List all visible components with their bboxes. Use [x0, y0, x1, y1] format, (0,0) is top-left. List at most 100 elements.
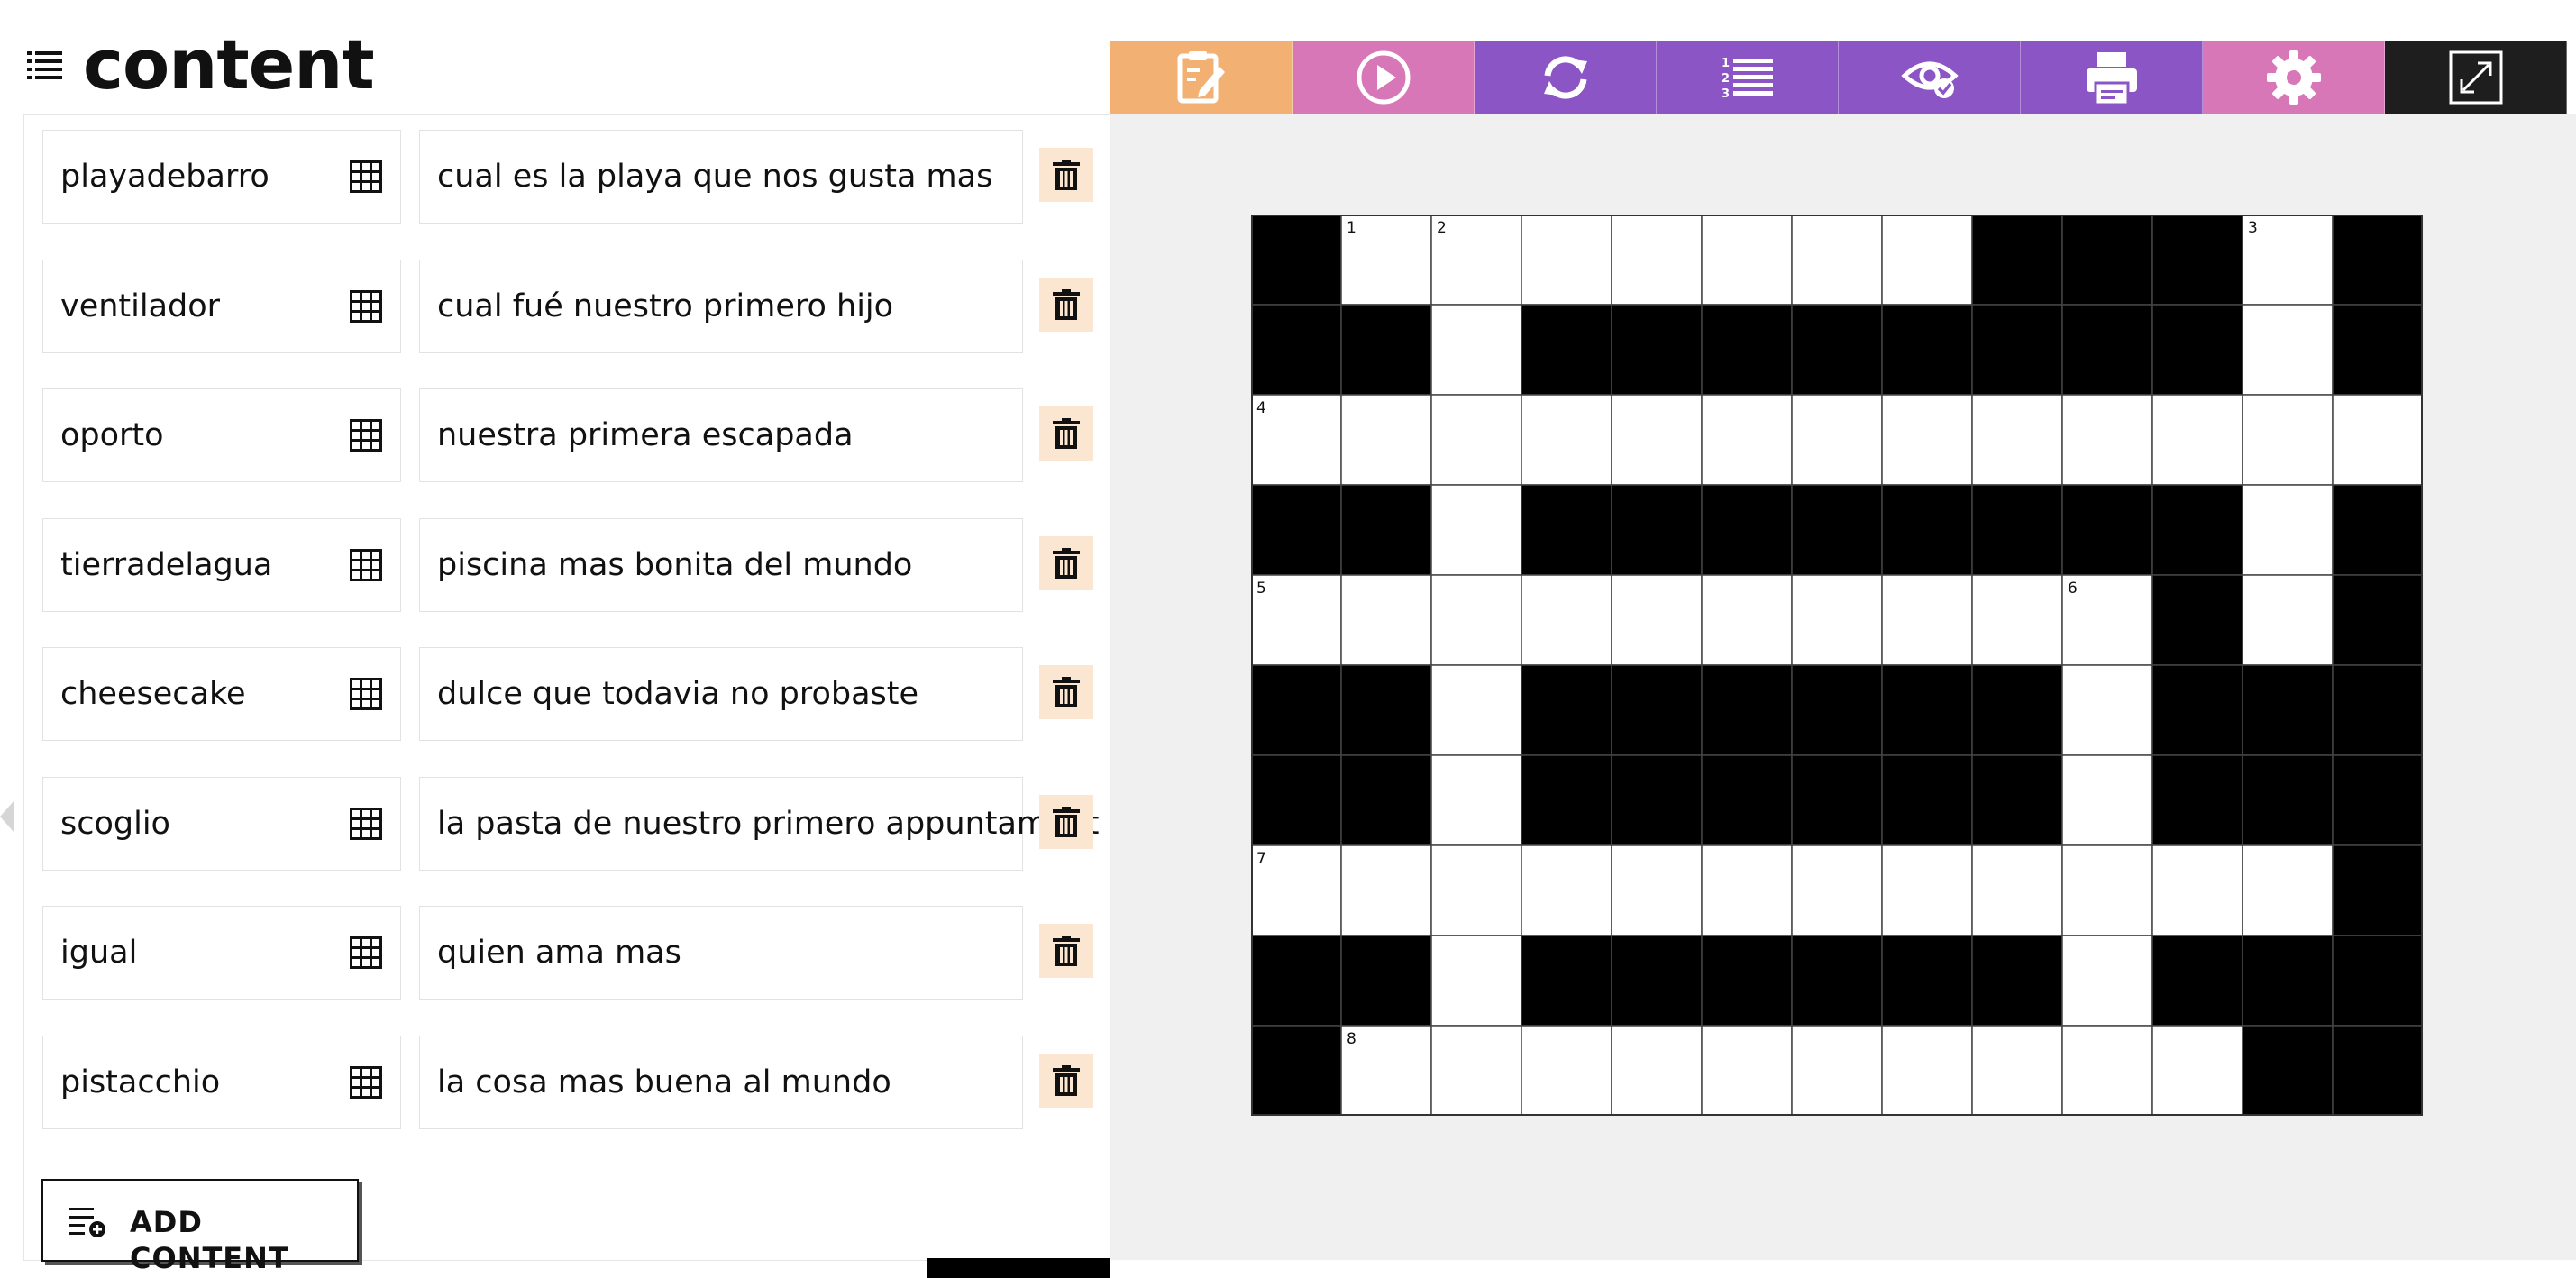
crossword-letter-cell[interactable]	[1701, 844, 1793, 936]
clue-input[interactable]: dulce que todavia no probaste	[419, 647, 1023, 741]
crossword-letter-cell[interactable]	[1881, 394, 1973, 486]
crossword-letter-cell[interactable]	[1430, 844, 1522, 936]
answer-input[interactable]: tierradelagua	[42, 517, 401, 612]
crossword-letter-cell[interactable]	[1971, 844, 2063, 936]
delete-button[interactable]	[1039, 277, 1093, 332]
preview-button[interactable]	[1839, 41, 2021, 114]
clue-input[interactable]: la pasta de nuestro primero appuntament	[419, 776, 1099, 871]
grid-icon[interactable]	[350, 160, 382, 193]
crossword-letter-cell[interactable]	[2151, 1025, 2243, 1116]
crossword-letter-cell[interactable]	[2242, 844, 2334, 936]
crossword-letter-cell[interactable]	[1611, 844, 1703, 936]
delete-button[interactable]	[1039, 1053, 1093, 1108]
crossword-letter-cell[interactable]	[1611, 215, 1703, 306]
crossword-letter-cell[interactable]	[1430, 1025, 1522, 1116]
crossword-letter-cell[interactable]	[1701, 1025, 1793, 1116]
answer-input[interactable]: pistacchio	[42, 1035, 401, 1129]
delete-button[interactable]	[1039, 924, 1093, 978]
answer-input[interactable]: scoglio	[42, 776, 401, 871]
grid-icon[interactable]	[350, 1065, 382, 1099]
answer-input[interactable]: oporto	[42, 388, 401, 482]
delete-button[interactable]	[1039, 535, 1093, 590]
crossword-letter-cell[interactable]	[2151, 394, 2243, 486]
crossword-letter-cell[interactable]	[1971, 574, 2063, 666]
answer-input[interactable]: igual	[42, 906, 401, 1000]
crossword-letter-cell[interactable]	[1340, 394, 1432, 486]
play-button[interactable]	[1293, 41, 1475, 114]
crossword-letter-cell[interactable]	[1430, 664, 1522, 756]
clue-input[interactable]: la cosa mas buena al mundo	[419, 1035, 1023, 1129]
crossword-letter-cell[interactable]	[1430, 754, 1522, 846]
grid-icon[interactable]	[350, 807, 382, 840]
crossword-letter-cell[interactable]	[1791, 1025, 1883, 1116]
crossword-letter-cell[interactable]	[1521, 844, 1612, 936]
crossword-letter-cell[interactable]	[1701, 215, 1793, 306]
crossword-letter-cell[interactable]	[2332, 394, 2423, 486]
crossword-letter-cell[interactable]	[1971, 1025, 2063, 1116]
crossword-letter-cell[interactable]	[1521, 394, 1612, 486]
clue-input[interactable]: cual es la playa que nos gusta mas	[419, 130, 1023, 224]
crossword-letter-cell[interactable]	[1430, 574, 1522, 666]
crossword-letter-cell[interactable]	[1430, 935, 1522, 1027]
regenerate-button[interactable]	[1475, 41, 1657, 114]
crossword-letter-cell[interactable]	[1881, 574, 1973, 666]
collapse-panel-arrow[interactable]	[0, 800, 14, 833]
answer-input[interactable]: ventilador	[42, 259, 401, 353]
crossword-letter-cell[interactable]	[2061, 844, 2153, 936]
crossword-letter-cell[interactable]	[2061, 754, 2153, 846]
delete-button[interactable]	[1039, 148, 1093, 202]
add-content-button[interactable]: ADD CONTENT	[41, 1179, 359, 1275]
crossword-letter-cell[interactable]	[1881, 215, 1973, 306]
settings-button[interactable]	[2203, 41, 2385, 114]
crossword-letter-cell[interactable]	[1791, 215, 1883, 306]
crossword-letter-cell[interactable]	[1701, 574, 1793, 666]
crossword-letter-cell[interactable]	[2242, 394, 2334, 486]
grid-icon[interactable]	[350, 289, 382, 323]
crossword-letter-cell[interactable]	[1430, 394, 1522, 486]
grid-icon[interactable]	[350, 548, 382, 581]
crossword-letter-cell[interactable]	[1881, 1025, 1973, 1116]
crossword-letter-cell[interactable]	[1611, 574, 1703, 666]
crossword-letter-cell[interactable]	[2242, 574, 2334, 666]
delete-button[interactable]	[1039, 794, 1093, 849]
answer-input[interactable]: cheesecake	[42, 647, 401, 741]
crossword-letter-cell[interactable]	[1521, 215, 1612, 306]
crossword-letter-cell[interactable]	[1971, 394, 2063, 486]
crossword-letter-cell[interactable]	[1611, 1025, 1703, 1116]
clue-list-button[interactable]: 1 2 3	[1657, 41, 1839, 114]
crossword-letter-cell[interactable]	[1521, 574, 1612, 666]
crossword-letter-cell[interactable]	[1430, 484, 1522, 576]
list-icon[interactable]	[27, 49, 63, 81]
crossword-letter-cell[interactable]	[1340, 844, 1432, 936]
grid-icon[interactable]	[350, 936, 382, 969]
crossword-letter-cell[interactable]	[2061, 1025, 2153, 1116]
crossword-letter-cell[interactable]	[1340, 574, 1432, 666]
crossword-letter-cell[interactable]	[1701, 394, 1793, 486]
delete-button[interactable]	[1039, 406, 1093, 461]
clue-input[interactable]: cual fué nuestro primero hijo	[419, 259, 1023, 353]
crossword-letter-cell[interactable]	[1881, 844, 1973, 936]
crossword-letter-cell[interactable]	[1430, 304, 1522, 396]
crossword-letter-cell[interactable]	[2061, 664, 2153, 756]
grid-icon[interactable]	[350, 678, 382, 710]
crossword-letter-cell[interactable]	[1521, 1025, 1612, 1116]
delete-button[interactable]	[1039, 665, 1093, 719]
crossword-grid[interactable]: 1 2 3 4 5 6 7 8	[1251, 215, 2423, 1116]
crossword-letter-cell[interactable]	[2061, 935, 2153, 1027]
print-button[interactable]	[2021, 41, 2203, 114]
clue-input[interactable]: nuestra primera escapada	[419, 388, 1023, 482]
crossword-letter-cell[interactable]	[2151, 844, 2243, 936]
crossword-letter-cell[interactable]	[2242, 484, 2334, 576]
crossword-letter-cell[interactable]	[1611, 394, 1703, 486]
answer-input[interactable]: playadebarro	[42, 130, 401, 224]
crossword-letter-cell[interactable]	[2061, 394, 2153, 486]
fullscreen-button[interactable]	[2385, 41, 2567, 114]
crossword-letter-cell[interactable]	[1791, 394, 1883, 486]
edit-button[interactable]	[1110, 41, 1293, 114]
crossword-letter-cell[interactable]	[2242, 304, 2334, 396]
clue-input[interactable]: quien ama mas	[419, 906, 1023, 1000]
grid-icon[interactable]	[350, 419, 382, 452]
clue-input[interactable]: piscina mas bonita del mundo	[419, 517, 1023, 612]
crossword-letter-cell[interactable]	[1791, 574, 1883, 666]
crossword-letter-cell[interactable]	[1791, 844, 1883, 936]
